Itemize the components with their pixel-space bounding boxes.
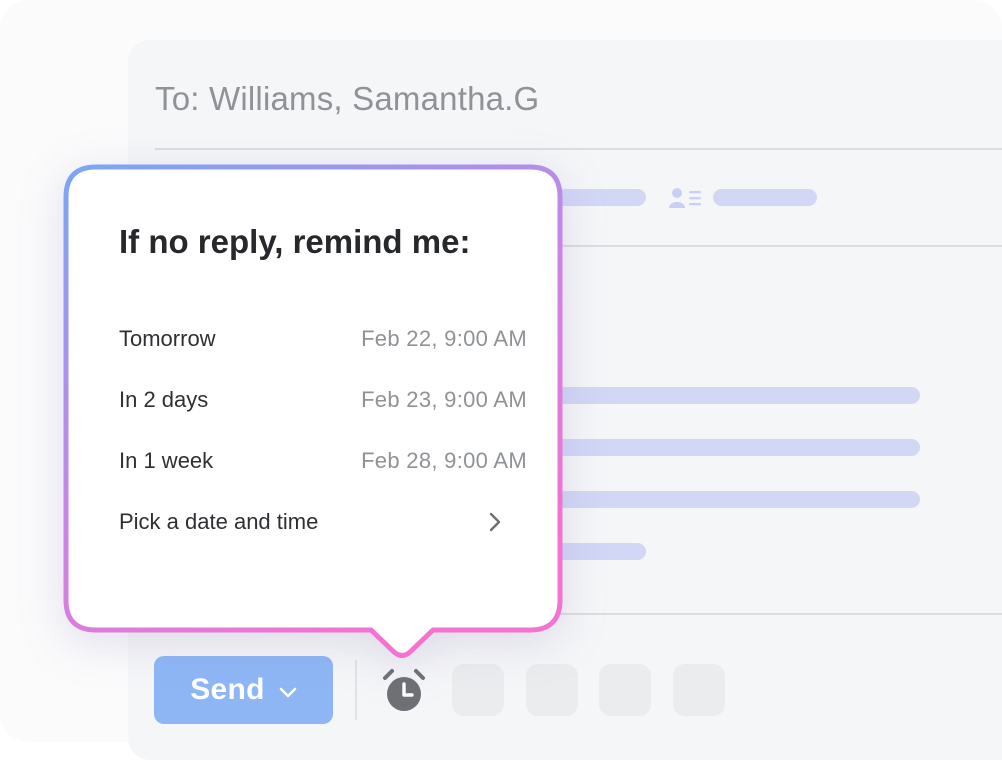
- toolbar-separator: [355, 660, 357, 720]
- to-label: To:: [155, 80, 200, 117]
- option-label: In 1 week: [119, 448, 214, 473]
- alarm-clock-icon[interactable]: [381, 668, 427, 714]
- subject-divider: [540, 245, 1002, 247]
- body-divider: [540, 613, 1002, 615]
- remind-option-tomorrow[interactable]: Tomorrow Feb 22, 9:00 AM: [119, 315, 527, 363]
- contact-card-icon: [669, 188, 701, 208]
- reminder-popover: If no reply, remind me: Tomorrow Feb 22,…: [71, 171, 559, 626]
- option-time: Feb 28, 9:00 AM: [361, 448, 527, 473]
- placeholder-bar-body-1: [540, 387, 920, 404]
- remind-option-pick-date[interactable]: Pick a date and time: [119, 498, 527, 546]
- option-label: Tomorrow: [119, 326, 216, 351]
- chevron-right-icon: [489, 512, 501, 532]
- option-label: In 2 days: [119, 387, 209, 412]
- send-label: Send: [190, 673, 265, 706]
- toolbar-button-3[interactable]: [599, 664, 651, 716]
- remind-option-in-2-days[interactable]: In 2 days Feb 23, 9:00 AM: [119, 376, 527, 424]
- remind-option-in-1-week[interactable]: In 1 week Feb 28, 9:00 AM: [119, 437, 527, 485]
- option-label: Pick a date and time: [119, 509, 319, 534]
- toolbar-button-1[interactable]: [452, 664, 504, 716]
- placeholder-bar-body-2: [540, 439, 920, 456]
- send-button[interactable]: Send: [154, 656, 333, 724]
- popover-title: If no reply, remind me:: [119, 223, 471, 260]
- toolbar-button-2[interactable]: [526, 664, 578, 716]
- option-time: Feb 22, 9:00 AM: [361, 326, 527, 351]
- to-field[interactable]: To: Williams, Samantha.G: [155, 80, 539, 118]
- recipient-name: Williams, Samantha.G: [209, 80, 540, 117]
- toolbar-button-4[interactable]: [673, 664, 725, 716]
- placeholder-bar-meta-2: [713, 189, 817, 206]
- chevron-down-icon: [279, 687, 297, 698]
- option-time: Feb 23, 9:00 AM: [361, 387, 527, 412]
- placeholder-bar-body-3: [540, 491, 920, 508]
- header-divider: [155, 148, 1002, 150]
